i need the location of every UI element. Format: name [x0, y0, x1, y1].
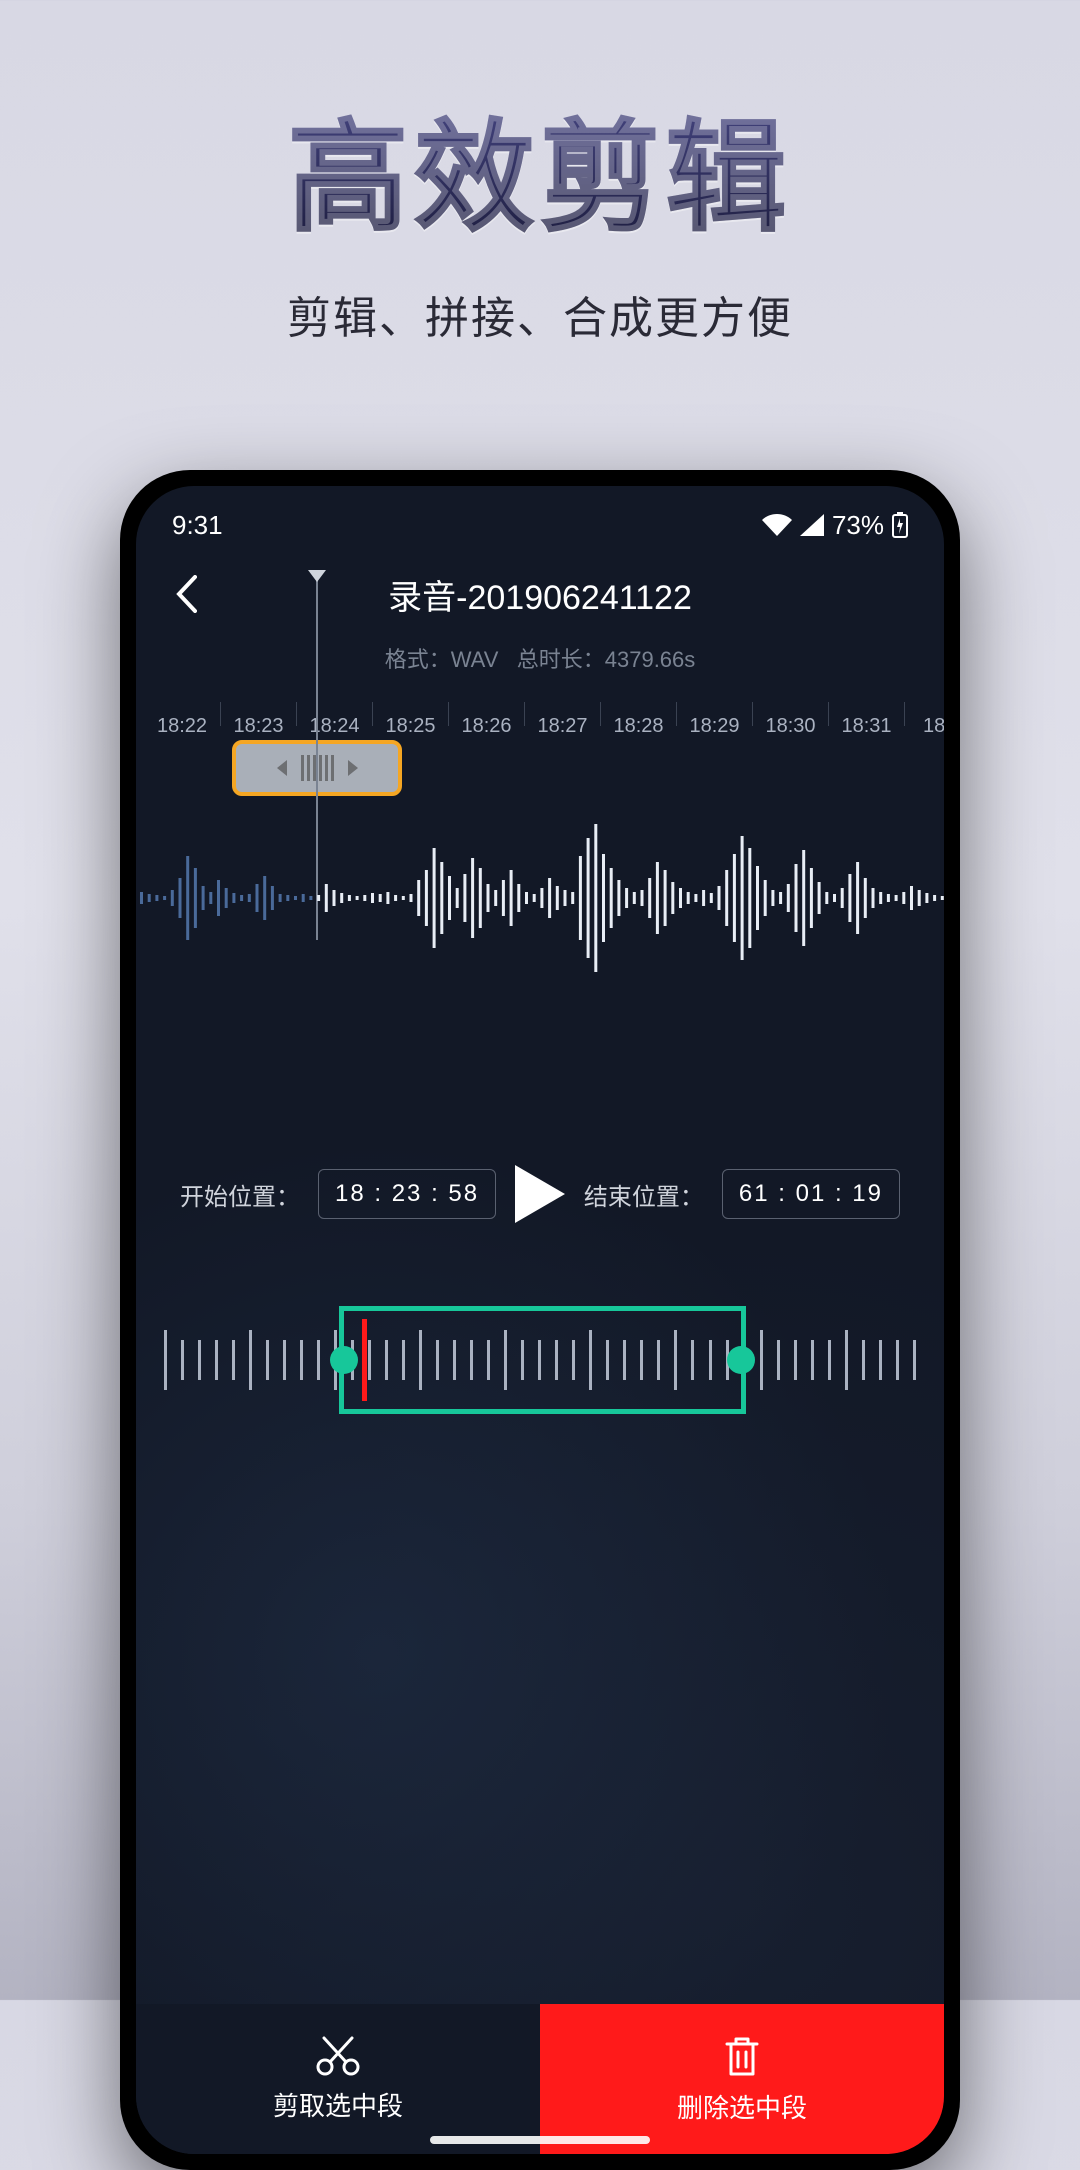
- timeline-tick: 18:30: [752, 702, 828, 726]
- end-time-input[interactable]: 61 : 01 : 19: [722, 1169, 900, 1219]
- timeline-tick: 18:26: [448, 702, 524, 726]
- format-value: WAV: [451, 647, 499, 672]
- cut-button-label: 剪取选中段: [273, 2086, 403, 2123]
- hero-title: 高效剪辑: [0, 80, 1080, 254]
- timeline-tick: 18:27: [524, 702, 600, 726]
- play-icon: [515, 1165, 565, 1223]
- selection-end-handle[interactable]: [727, 1346, 755, 1374]
- timeline-tick: 18:3: [904, 702, 944, 726]
- end-time-label: 结束位置：: [584, 1177, 704, 1212]
- home-indicator[interactable]: [430, 2136, 650, 2144]
- scissors-icon: [316, 2036, 360, 2076]
- delete-selection-button[interactable]: 删除选中段: [540, 2004, 944, 2154]
- end-time-group: 结束位置： 61 : 01 : 19: [584, 1169, 900, 1219]
- arrow-left-icon: [277, 760, 287, 776]
- selection-playhead[interactable]: [362, 1319, 367, 1401]
- selection-start-handle[interactable]: [330, 1346, 358, 1374]
- battery-percent: 73%: [832, 510, 884, 541]
- trash-icon: [722, 2034, 762, 2078]
- range-selector[interactable]: [164, 1300, 916, 1420]
- file-info: 格式：WAV 总时长：4379.66s: [136, 642, 944, 674]
- start-time-group: 开始位置： 18 : 23 : 58: [180, 1169, 496, 1219]
- waveform-display[interactable]: [136, 798, 944, 998]
- duration-label: 总时长：: [517, 647, 605, 672]
- timeline-tick: 18:24: [296, 702, 372, 726]
- format-label: 格式：: [385, 647, 451, 672]
- page-title: 录音-201906241122: [164, 570, 916, 619]
- timeline-tick: 18:28: [600, 702, 676, 726]
- delete-button-label: 删除选中段: [677, 2088, 807, 2125]
- timeline-tick: 18:23: [220, 702, 296, 726]
- timeline-tick: 18:22: [144, 702, 220, 726]
- signal-icon: [800, 514, 824, 536]
- timeline-tick: 18:29: [676, 702, 752, 726]
- cut-selection-button[interactable]: 剪取选中段: [136, 2004, 540, 2154]
- hero-subtitle: 剪辑、拼接、合成更方便: [0, 282, 1080, 346]
- arrow-right-icon: [348, 760, 358, 776]
- battery-icon: [892, 512, 908, 538]
- action-bar: 剪取选中段 删除选中段: [136, 2004, 944, 2154]
- phone-frame: 9:31 73% 录音-201906241122 格式：WAV 总时长：4379…: [120, 470, 960, 2170]
- play-button[interactable]: [504, 1158, 576, 1230]
- timeline-tick: 18:25: [372, 702, 448, 726]
- timeline-tick: 18:31: [828, 702, 904, 726]
- start-time-label: 开始位置：: [180, 1177, 300, 1212]
- status-icons: 73%: [762, 510, 908, 541]
- time-controls: 开始位置： 18 : 23 : 58 结束位置： 61 : 01 : 19: [136, 1158, 944, 1230]
- duration-value: 4379.66s: [605, 647, 696, 672]
- nav-bar: 录音-201906241122: [136, 550, 944, 638]
- start-time-input[interactable]: 18 : 23 : 58: [318, 1169, 496, 1219]
- status-bar: 9:31 73%: [136, 486, 944, 550]
- selection-box[interactable]: [339, 1306, 746, 1414]
- status-time: 9:31: [172, 510, 223, 541]
- wifi-icon: [762, 514, 792, 536]
- timeline-ruler[interactable]: 18:2218:2318:2418:2518:2618:2718:2818:29…: [136, 702, 944, 738]
- app-screen: 9:31 73% 录音-201906241122 格式：WAV 总时长：4379…: [136, 486, 944, 2154]
